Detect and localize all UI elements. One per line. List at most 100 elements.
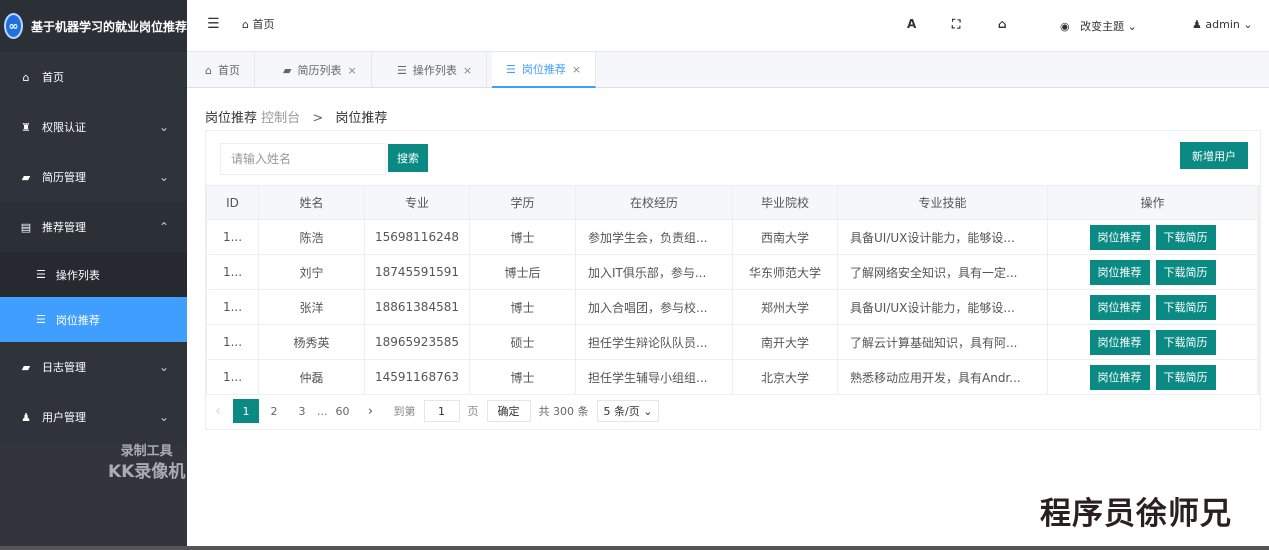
cell-name: 刘宁	[258, 254, 365, 290]
download-resume-button[interactable]: 下载简历	[1155, 224, 1216, 250]
column-header: 学历	[469, 185, 576, 220]
sidebar-item-logs[interactable]: ▰ 日志管理 ⌄	[0, 342, 187, 392]
cell-experience: 担任学生辩论队队员...	[575, 324, 733, 360]
list-box-icon: ▤	[20, 220, 32, 234]
cell-major: 18861384581	[364, 289, 470, 325]
cell-school: 郑州大学	[732, 289, 838, 325]
cell-degree: 博士	[469, 359, 576, 395]
breadcrumb-page: 岗位推荐	[335, 111, 388, 126]
page-size-select[interactable]: 5 条/页 ⌄	[596, 400, 660, 422]
cell-major: 18745591591	[364, 254, 470, 290]
recommend-button[interactable]: 岗位推荐	[1089, 364, 1150, 390]
fullscreen-icon[interactable]: ⛶	[952, 17, 960, 32]
cell-skills: 具备UI/UX设计能力，能够设...	[837, 219, 1048, 255]
cell-actions: 岗位推荐 下载简历	[1047, 219, 1258, 255]
cell-skills: 了解云计算基础知识，具有阿...	[837, 324, 1048, 360]
hamburger-icon[interactable]: ☰	[207, 16, 220, 32]
cell-major: 14591168763	[364, 359, 470, 395]
table-scrollbar[interactable]	[1257, 185, 1261, 395]
home-icon: ⌂	[205, 63, 212, 77]
page-button[interactable]: 60	[330, 399, 356, 423]
sidebar-item-users[interactable]: ♟ 用户管理 ⌄	[0, 392, 187, 442]
cell-school: 南开大学	[732, 324, 838, 360]
tab-operation-list[interactable]: ☰ 操作列表 ×	[383, 52, 488, 88]
next-page-icon[interactable]: ›	[358, 399, 384, 423]
tab-home[interactable]: ⌂ 首页	[191, 52, 255, 88]
recommend-button[interactable]: 岗位推荐	[1089, 329, 1150, 355]
tab-resume-list[interactable]: ▰ 简历列表 ×	[269, 52, 372, 88]
table-row: 1... 仲磊 14591168763 博士 担任学生辅导小组组... 北京大学…	[206, 359, 1258, 395]
tab-label: 简历列表	[297, 64, 342, 77]
recommend-button[interactable]: 岗位推荐	[1089, 259, 1150, 285]
theme-switcher[interactable]: ◉ 改变主题 ⌄	[1060, 18, 1137, 34]
tab-job-recommend[interactable]: ☰ 岗位推荐 ×	[492, 52, 597, 88]
cell-name: 杨秀英	[258, 324, 365, 360]
user-menu[interactable]: ♟ admin ⌄	[1192, 18, 1253, 31]
bottom-edge	[0, 546, 1269, 550]
cell-id: 1...	[206, 254, 259, 290]
sidebar-item-label: 简历管理	[42, 171, 86, 184]
search-input[interactable]	[220, 143, 386, 175]
recommend-button[interactable]: 岗位推荐	[1089, 224, 1150, 250]
sidebar-item-recommend[interactable]: ▤ 推荐管理 ⌃	[0, 202, 187, 252]
breadcrumb: 岗位推荐 控制台 > 岗位推荐	[205, 107, 387, 126]
close-icon[interactable]: ×	[572, 63, 581, 76]
column-header: 专业	[364, 185, 470, 220]
cell-experience: 参加学生会，负责组...	[575, 219, 733, 255]
goto-page-input[interactable]: 1	[423, 400, 460, 422]
breadcrumb-root[interactable]: 控制台	[261, 111, 300, 126]
search-button[interactable]: 搜索	[388, 144, 428, 172]
close-icon[interactable]: ×	[347, 64, 356, 77]
cell-degree: 博士后	[469, 254, 576, 290]
sidebar-subitem-job-recommend[interactable]: ☰ 岗位推荐	[0, 297, 187, 342]
page-ellipsis[interactable]: ...	[317, 399, 328, 423]
prev-page-icon[interactable]: ‹	[205, 399, 231, 423]
download-resume-button[interactable]: 下载简历	[1155, 294, 1216, 320]
close-icon[interactable]: ×	[463, 64, 472, 77]
sidebar-item-auth[interactable]: ♜ 权限认证 ⌄	[0, 102, 187, 152]
sidebar-item-home[interactable]: ⌂ 首页	[0, 52, 187, 102]
cell-experience: 加入IT俱乐部，参与...	[575, 254, 733, 290]
topbar: ☰ ⌂ 首页 A ⛶ ⌂ ◉ 改变主题 ⌄ ♟ admin ⌄	[187, 0, 1269, 52]
sidebar-subitem-label: 操作列表	[55, 268, 100, 282]
list-icon: ☰	[36, 313, 46, 326]
tab-label: 岗位推荐	[521, 63, 566, 76]
download-resume-button[interactable]: 下载简历	[1155, 329, 1216, 355]
sidebar-subitem-operations[interactable]: ☰ 操作列表	[0, 252, 187, 297]
tab-label: 首页	[217, 64, 240, 77]
goto-label: 到第	[393, 405, 416, 418]
app-title: 基于机器学习的就业岗位推荐	[30, 19, 187, 34]
cell-skills: 了解网络安全知识，具有一定...	[837, 254, 1048, 290]
page-button[interactable]: 1	[233, 399, 259, 423]
signature-watermark: 程序员徐师兄	[1040, 496, 1232, 532]
data-table: ID 姓名 专业 学历 在校经历 毕业院校 专业技能 操作 1... 陈浩 15…	[206, 185, 1258, 395]
download-resume-button[interactable]: 下载简历	[1155, 364, 1216, 390]
home-icon[interactable]: ⌂	[998, 17, 1007, 31]
cell-actions: 岗位推荐 下载简历	[1047, 359, 1258, 395]
topbar-home-link[interactable]: ⌂ 首页	[242, 16, 274, 32]
page-unit-label: 页	[467, 405, 479, 418]
chevron-down-icon: ⌄	[643, 405, 653, 418]
table-row: 1... 陈浩 15698116248 博士 参加学生会，负责组... 西南大学…	[206, 219, 1258, 255]
column-header: ID	[206, 185, 259, 220]
download-resume-button[interactable]: 下载简历	[1155, 259, 1216, 285]
car-icon: ▰	[283, 63, 292, 77]
sidebar-item-label: 首页	[42, 71, 64, 84]
recommend-button[interactable]: 岗位推荐	[1089, 294, 1150, 320]
cell-name: 陈浩	[258, 219, 365, 255]
cell-school: 西南大学	[732, 219, 838, 255]
add-user-button[interactable]: 新增用户	[1180, 142, 1248, 169]
home-icon: ⌂	[22, 70, 30, 84]
cell-actions: 岗位推荐 下载简历	[1047, 324, 1258, 360]
goto-confirm-button[interactable]: 确定	[486, 400, 531, 422]
cell-school: 北京大学	[732, 359, 838, 395]
font-size-icon[interactable]: A	[907, 17, 916, 31]
sidebar-submenu: ☰ 操作列表 ☰ 岗位推荐	[0, 252, 187, 342]
sidebar-item-resume[interactable]: ▰ 简历管理 ⌄	[0, 152, 187, 202]
page-button[interactable]: 3	[289, 399, 315, 423]
cell-degree: 博士	[469, 219, 576, 255]
page-button[interactable]: 2	[261, 399, 287, 423]
watermark-line2: KK录像机	[108, 462, 186, 482]
cell-degree: 博士	[469, 289, 576, 325]
user-icon: ♟	[1192, 18, 1202, 31]
